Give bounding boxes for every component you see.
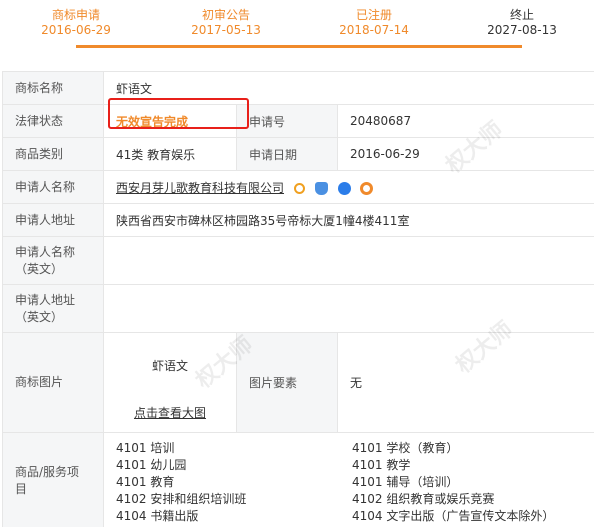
- value-applicant-address: 陕西省西安市碑林区柿园路35号帝标大厦1幢4楼411室: [102, 203, 594, 237]
- timeline-segment: [374, 45, 522, 48]
- goods-item: 4102 安排和组织培训班: [116, 492, 247, 506]
- label-category: 商品类别: [2, 137, 104, 171]
- timeline-step-title: 商标申请: [51, 8, 100, 22]
- label-applicant-name-en: 申请人名称（英文）: [2, 236, 104, 285]
- timeline-step-preliminary: 初审公告 2017-05-13: [166, 8, 286, 38]
- label-trademark-name: 商标名称: [2, 71, 104, 105]
- label-application-no: 申请号: [236, 104, 338, 138]
- target-icon[interactable]: [360, 182, 374, 195]
- view-large-image-link[interactable]: 点击查看大图: [134, 406, 206, 420]
- timeline-segment: [226, 45, 374, 48]
- value-application-date: 2016-06-29: [336, 137, 594, 171]
- goods-item: 4101 辅导（培训）: [352, 475, 459, 489]
- trademark-image-cell: 虾语文 点击查看大图: [103, 332, 237, 433]
- goods-item: 4102 组织教育或娱乐竞赛: [352, 492, 495, 506]
- applicant-icons: [293, 181, 379, 195]
- goods-services-cell: 4101 培训 4101 学校（教育） 4101 幼儿园 4101 教学 410…: [102, 432, 594, 527]
- goods-list: 4101 培训 4101 学校（教育） 4101 幼儿园 4101 教学 410…: [116, 435, 582, 526]
- label-applicant-address: 申请人地址: [2, 203, 104, 237]
- timeline-step-end: 终止 2027-08-13: [462, 8, 582, 38]
- label-goods-services: 商品/服务项目: [2, 432, 104, 527]
- goods-item: 4101 教学: [352, 458, 411, 472]
- highlight-box: [108, 97, 249, 129]
- value-legal-status-cell: 无效宣告完成: [103, 97, 249, 138]
- timeline-step-title: 终止: [509, 8, 534, 22]
- trademark-image: 虾语文: [151, 358, 188, 373]
- value-application-no: 20480687: [336, 104, 594, 138]
- value-image-elements: 无: [336, 332, 594, 433]
- label-applicant-name: 申请人名称: [2, 170, 104, 204]
- timeline-step-registered: 已注册 2018-07-14: [314, 8, 434, 38]
- trademark-info-table: 商标名称 虾语文 法律状态 无效宣告完成 申请号 20480687 商品类别 4…: [2, 71, 594, 527]
- paw-icon[interactable]: [337, 182, 351, 195]
- timeline-step-title: 已注册: [355, 8, 392, 22]
- status-timeline: 商标申请 2016-06-29 初审公告 2017-05-13 已注册 2018…: [0, 0, 594, 68]
- legal-status-wrap: 无效宣告完成: [108, 97, 249, 129]
- search-icon[interactable]: [293, 183, 305, 194]
- timeline-step-title: 初审公告: [201, 8, 250, 22]
- timeline-step-date: 2017-05-13: [191, 23, 261, 37]
- goods-item: 4101 培训: [116, 441, 175, 455]
- value-category: 41类 教育娱乐: [103, 137, 237, 171]
- timeline-step-date: 2016-06-29: [41, 23, 111, 37]
- value-applicant-name-en: [102, 236, 594, 285]
- goods-item: 4101 学校（教育）: [352, 441, 459, 455]
- timeline-step-application: 商标申请 2016-06-29: [16, 8, 136, 38]
- value-applicant-address-en: [102, 284, 594, 333]
- timeline-step-date: 2027-08-13: [487, 23, 557, 37]
- goods-item: 4104 文字出版（广告宣传文本除外）: [352, 509, 555, 523]
- label-trademark-image: 商标图片: [2, 332, 104, 433]
- goods-item: 4101 幼儿园: [116, 458, 187, 472]
- label-applicant-address-en: 申请人地址（英文）: [2, 284, 104, 333]
- timeline-step-date: 2018-07-14: [339, 23, 409, 37]
- shield-icon[interactable]: [314, 182, 328, 195]
- label-legal-status: 法律状态: [2, 104, 104, 138]
- goods-item: 4104 书籍出版: [116, 509, 199, 523]
- label-image-elements: 图片要素: [236, 332, 338, 433]
- timeline-segment: [76, 45, 226, 48]
- value-applicant-cell: 西安月芽儿歌教育科技有限公司: [102, 170, 594, 204]
- label-application-date: 申请日期: [236, 137, 338, 171]
- applicant-name-link[interactable]: 西安月芽儿歌教育科技有限公司: [116, 181, 284, 195]
- goods-item: 4101 教育: [116, 475, 175, 489]
